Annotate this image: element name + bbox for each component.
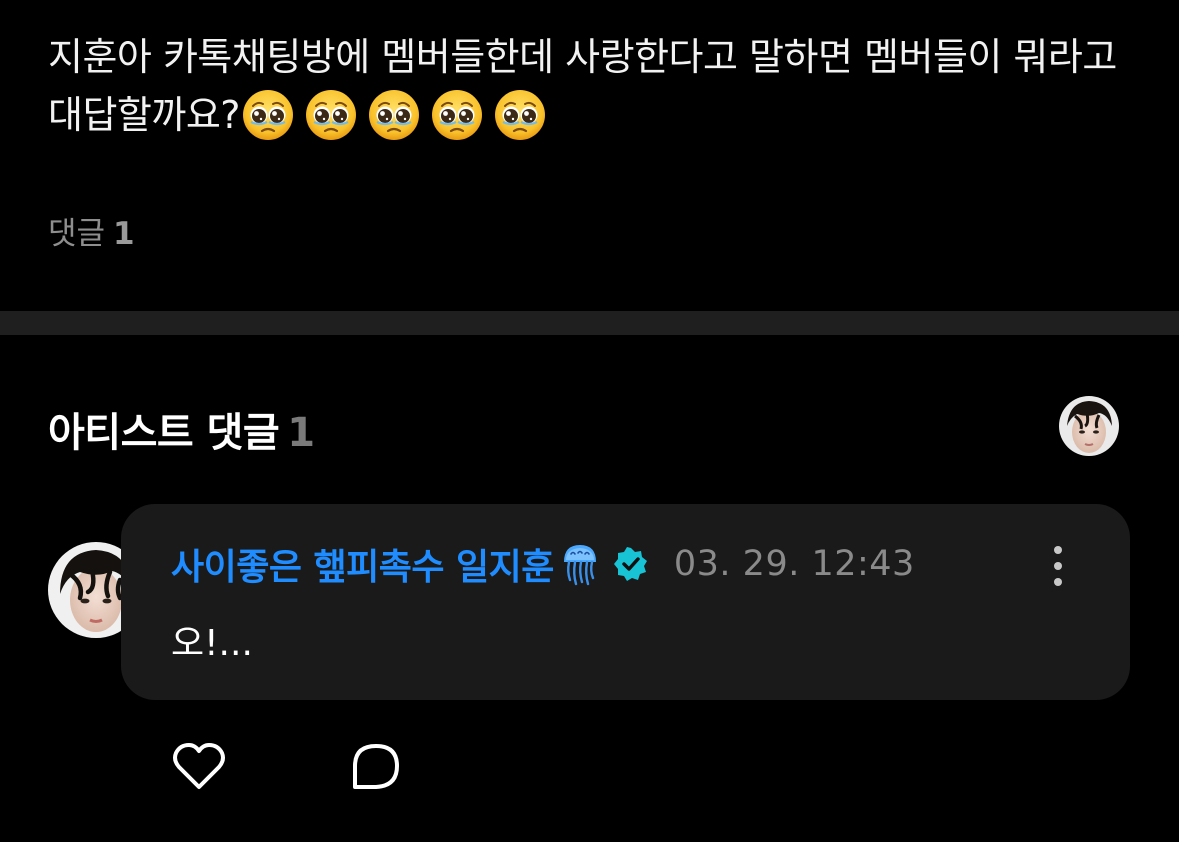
comment-author-name[interactable]: 사이좋은 햎피촉수 일지훈	[171, 538, 554, 590]
jellyfish-icon	[563, 545, 596, 586]
comment-count-label: 댓글	[48, 216, 106, 252]
artist-comment-bubble: 사이좋은 햎피촉수 일지훈 03. 29. 12:43 오!...	[121, 504, 1130, 700]
more-vertical-icon	[1054, 546, 1062, 586]
reply-bubble-icon	[353, 744, 399, 789]
artist-comment-count: 1	[287, 410, 315, 456]
emoji-row	[242, 89, 557, 147]
pleading-face-icon	[368, 89, 420, 141]
section-divider	[0, 311, 1179, 335]
comment-timestamp: 03. 29. 12:43	[673, 544, 915, 584]
comment-count[interactable]: 댓글 1	[48, 208, 135, 253]
comment-author-row: 사이좋은 햎피촉수 일지훈 03. 29. 12:43	[171, 542, 915, 588]
reply-button[interactable]	[350, 742, 402, 792]
pleading-face-icon	[305, 89, 357, 141]
more-options-button[interactable]	[1045, 544, 1071, 588]
comment-count-number: 1	[113, 216, 135, 252]
pleading-face-icon	[431, 89, 483, 141]
post-text: 지훈아 카톡채팅방에 멤버들한데 사랑한다고 말하면 멤버들이 뭐라고 대답할까…	[48, 28, 1138, 147]
heart-icon	[173, 743, 225, 789]
artist-avatar-image	[1059, 396, 1119, 456]
verified-badge-icon	[613, 547, 647, 581]
artist-comment-title-label: 아티스트 댓글	[48, 410, 280, 456]
pleading-face-icon	[242, 89, 294, 141]
like-button[interactable]	[172, 742, 226, 792]
artist-avatar[interactable]	[1059, 396, 1119, 456]
artist-comment-title: 아티스트 댓글 1	[48, 400, 315, 458]
pleading-face-icon	[494, 89, 546, 141]
comment-body: 오!...	[171, 623, 253, 664]
post-body: 지훈아 카톡채팅방에 멤버들한데 사랑한다고 말하면 멤버들이 뭐라고 대답할까…	[48, 35, 1117, 137]
